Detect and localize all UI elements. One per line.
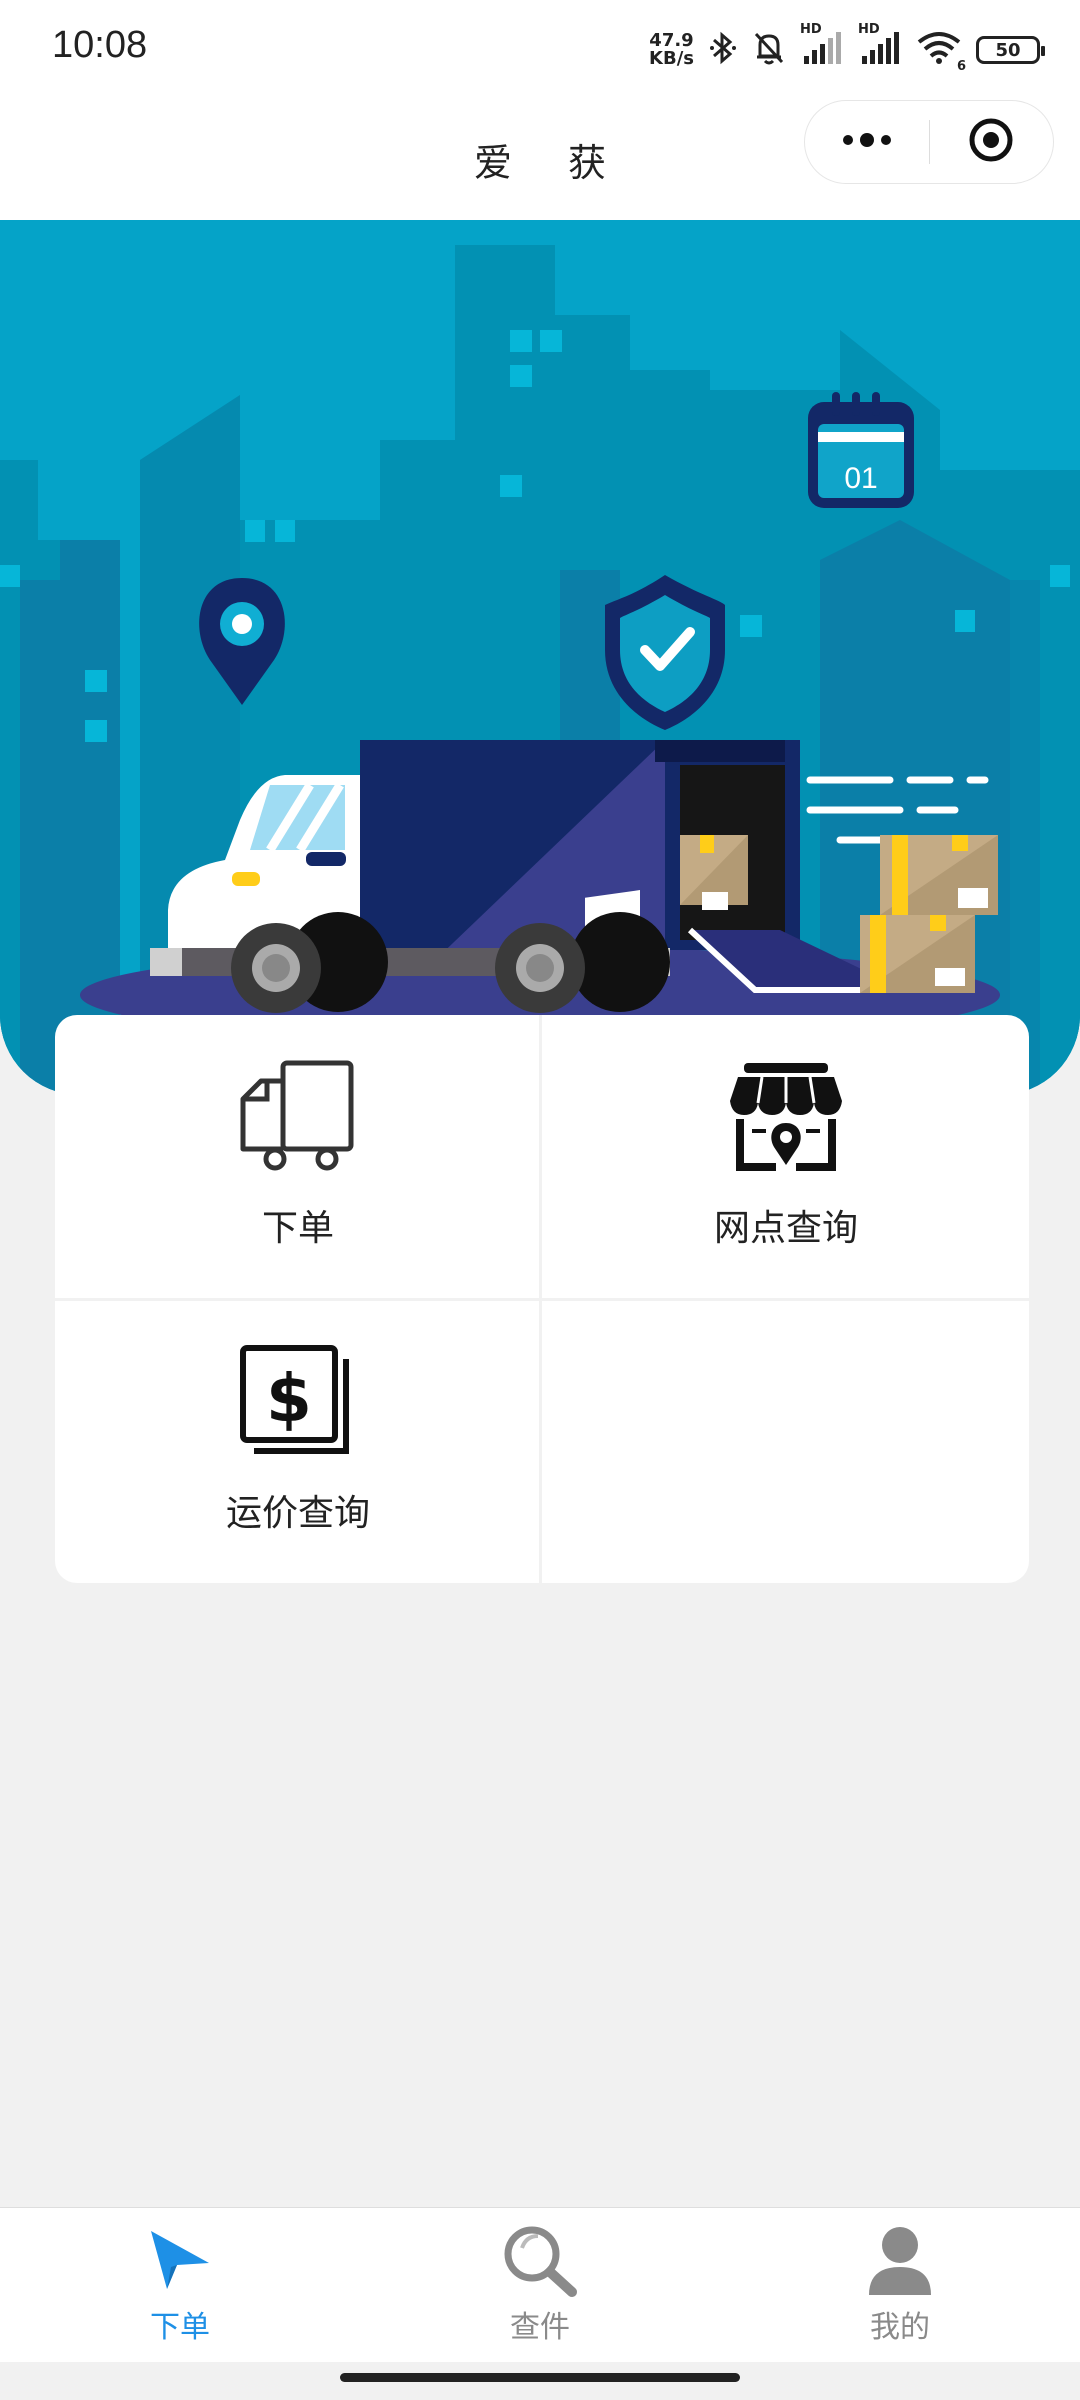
- tab-mine[interactable]: 我的: [720, 2208, 1080, 2362]
- menu-item-label: 下单: [261, 1208, 334, 1249]
- calendar-date: 01: [844, 462, 877, 495]
- mute-bell-icon: [752, 30, 786, 70]
- network-speed: 47.9 KB/s: [649, 30, 694, 69]
- menu-divider-horizontal: [55, 1298, 1029, 1301]
- home-indicator[interactable]: [340, 2373, 740, 2382]
- more-dots-icon: [840, 130, 894, 154]
- tab-label: 查件: [510, 2310, 570, 2345]
- mini-program-capsule: [804, 100, 1054, 184]
- store-location-icon: [728, 1059, 844, 1175]
- delivery-illustration: 01: [0, 245, 1080, 1095]
- bluetooth-icon: [708, 30, 738, 70]
- menu-item-place-order[interactable]: 下单: [55, 1015, 541, 1298]
- menu-item-price-query[interactable]: $ 运价查询: [55, 1300, 541, 1583]
- menu-item-label: 运价查询: [225, 1493, 370, 1534]
- signal-icon: HD: [858, 22, 902, 72]
- menu-item-outlet-query[interactable]: 网点查询: [543, 1015, 1029, 1298]
- tab-track[interactable]: 查件: [360, 2208, 720, 2362]
- hero-banner: 01: [0, 220, 1080, 1095]
- nav-bar: 爱 获: [0, 96, 1080, 220]
- price-dollar-icon: $: [240, 1344, 356, 1460]
- close-button[interactable]: [930, 101, 1054, 183]
- tab-label: 下单: [150, 2310, 210, 2345]
- svg-text:$: $: [266, 1360, 312, 1437]
- status-icons: 47.9 KB/s HD HD 6 50: [649, 22, 1045, 74]
- bottom-tab-bar: 下单 查件 我的: [0, 2207, 1080, 2362]
- more-button[interactable]: [805, 101, 929, 183]
- delivery-truck-icon: [239, 1059, 357, 1175]
- user-icon: [867, 2222, 933, 2298]
- signal-icon: HD: [800, 22, 844, 72]
- tab-place-order[interactable]: 下单: [0, 2208, 360, 2362]
- battery-icon: 50: [976, 36, 1045, 64]
- status-bar: 10:08 47.9 KB/s HD HD 6 50: [0, 0, 1080, 96]
- wifi-icon: 6: [916, 30, 966, 74]
- tab-label: 我的: [870, 2310, 930, 2345]
- function-menu: 下单 网点查询 $ 运价查询: [55, 1015, 1029, 1583]
- search-icon: [500, 2222, 580, 2298]
- status-time: 10:08: [52, 24, 148, 66]
- send-arrow-icon: [147, 2222, 213, 2298]
- calendar-icon: 01: [808, 392, 914, 508]
- target-close-icon: [967, 116, 1015, 168]
- menu-item-label: 网点查询: [713, 1208, 858, 1249]
